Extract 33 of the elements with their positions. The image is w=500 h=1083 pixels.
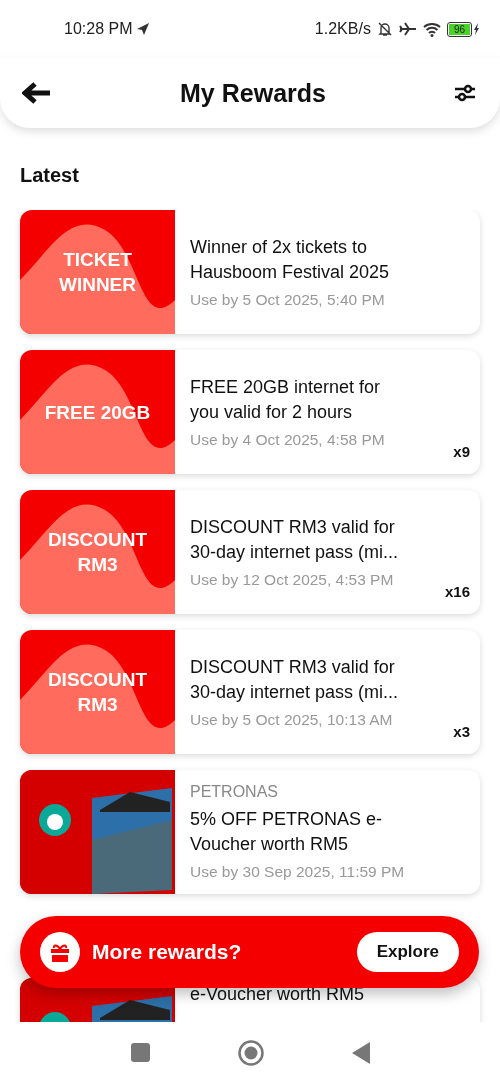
banner-text: More rewards? <box>92 940 242 964</box>
explore-button[interactable]: Explore <box>356 932 459 972</box>
filter-icon[interactable] <box>454 84 476 102</box>
airplane-icon <box>398 21 417 37</box>
back-triangle-icon[interactable] <box>351 1041 370 1064</box>
charging-icon <box>473 23 480 35</box>
gift-icon <box>40 932 80 972</box>
quantity-count: x16 <box>444 583 470 600</box>
quantity-count: x3 <box>453 723 470 740</box>
section-title: Latest <box>20 164 80 187</box>
recents-square-icon[interactable] <box>130 1043 150 1062</box>
reward-title: FREE 20GB internet for you valid for 2 hours <box>190 376 382 424</box>
reward-title: DISCOUNT RM3 valid for 30-day internet pass (mi... <box>190 656 400 704</box>
muted-bell-icon <box>376 21 393 37</box>
reward-title: DISCOUNT RM3 valid for 30-day internet pass (mi... <box>190 516 400 564</box>
back-arrow-icon[interactable] <box>22 82 52 104</box>
reward-title: 5% OFF PETRONAS e-Voucher worth RM5 <box>190 808 384 856</box>
expiry-date: Use by 4 Oct 2025, 4:58 PM <box>190 431 386 449</box>
reward-title: Winner of 2x tickets to Hausboom Festival 2025 <box>190 236 391 284</box>
home-circle-icon[interactable] <box>237 1039 264 1066</box>
status-time: 10:28 PM <box>64 20 133 38</box>
network-speed: 1.2KB/s <box>314 20 371 38</box>
expiry-date: Use by 5 Oct 2025, 5:40 PM <box>190 291 386 309</box>
navigation-arrow-icon <box>136 22 151 36</box>
quantity-count: x9 <box>453 443 470 460</box>
expiry-date: Use by 12 Oct 2025, 4:53 PM <box>190 571 395 589</box>
expiry-date: Use by 5 Oct 2025, 10:13 AM <box>190 711 394 729</box>
battery-icon: 96 <box>446 21 472 37</box>
page-title: My Rewards <box>180 78 326 108</box>
expiry-date: Use by 30 Sep 2025, 11:59 PM <box>190 863 406 881</box>
brand-name: PETRONAS <box>190 783 279 801</box>
wifi-icon <box>422 21 441 37</box>
reward-card[interactable]: PETRONAS 5% OFF PETRONAS e-Voucher worth RM5 Use by 30 Sep 2025, 11:59 PM <box>20 770 480 894</box>
